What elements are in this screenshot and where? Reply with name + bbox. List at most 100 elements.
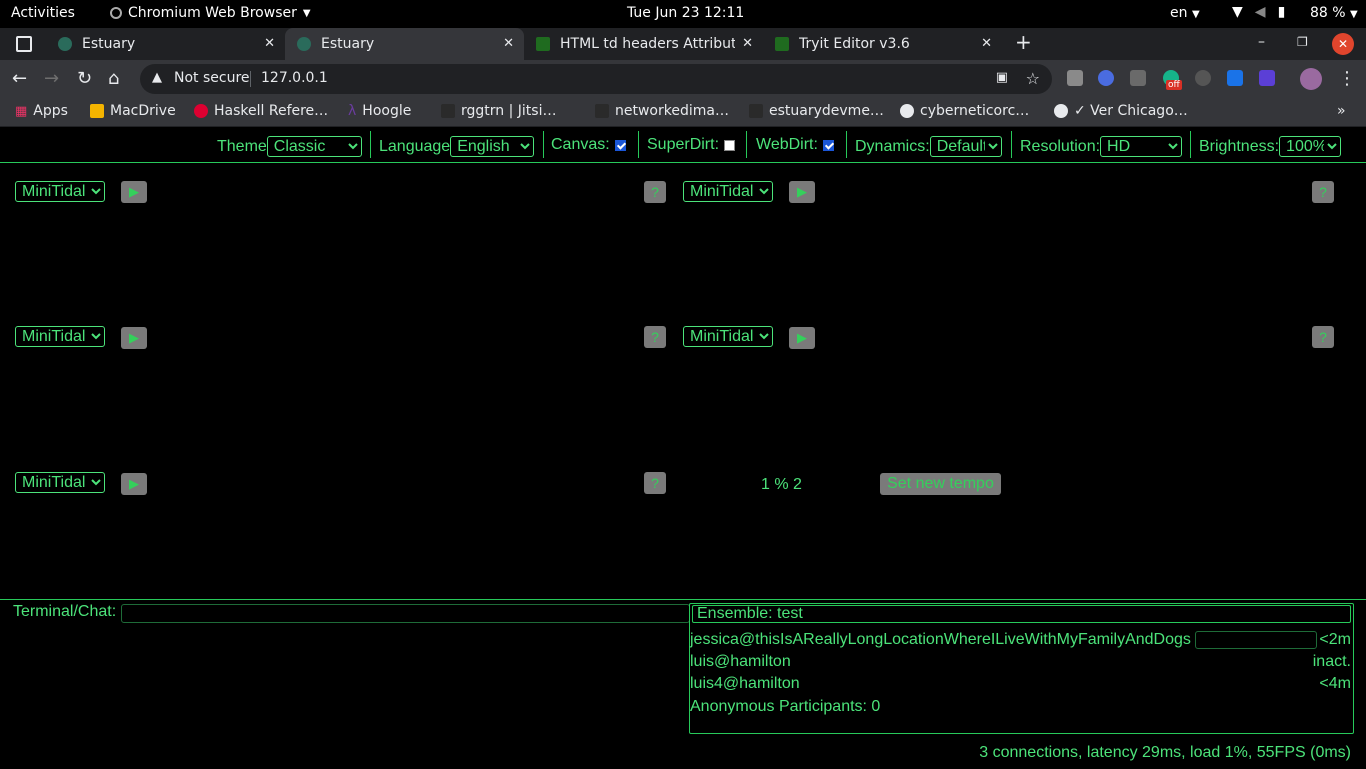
clock[interactable]: Tue Jun 23 12:11 — [627, 5, 744, 21]
menu-kebab-icon[interactable]: ⋮ — [1338, 68, 1356, 89]
dynamics-select[interactable]: Default — [929, 136, 1002, 157]
cell-language-select[interactable]: MiniTidal — [15, 472, 105, 493]
play-icon[interactable]: ▶ — [121, 327, 147, 349]
participant-name: jessica@thisIsAReallyLongLocationWhereIL… — [690, 631, 1191, 648]
extension-icon[interactable] — [1259, 70, 1275, 86]
tab-estuary-1[interactable]: Estuary ✕ — [46, 28, 285, 60]
dynamics-setting: Dynamics: Default — [855, 136, 1002, 157]
close-window-button[interactable]: ✕ — [1332, 33, 1354, 55]
divider — [543, 131, 544, 158]
tab-estuary-2[interactable]: Estuary ✕ — [285, 28, 524, 60]
bookmark-star-icon[interactable]: ☆ — [1026, 69, 1040, 88]
webdirt-checkbox[interactable] — [822, 139, 834, 151]
play-icon[interactable]: ▶ — [789, 327, 815, 349]
cell-language-select[interactable]: MiniTidal — [683, 181, 773, 202]
pocket-icon[interactable] — [1130, 70, 1146, 86]
w3schools-favicon-icon — [536, 37, 550, 51]
tab-tryit-editor[interactable]: Tryit Editor v3.6 ✕ — [763, 28, 1002, 60]
w3schools-favicon-icon — [775, 37, 789, 51]
participant-input[interactable] — [1195, 631, 1317, 649]
participant-row: jessica@thisIsAReallyLongLocationWhereIL… — [690, 631, 1353, 651]
settings-bar: Theme Classic Language English Canvas: S… — [0, 127, 1366, 163]
close-tab-icon[interactable]: ✕ — [981, 36, 992, 51]
divider — [250, 71, 251, 87]
bookmarks-overflow-button[interactable]: » — [1337, 103, 1346, 119]
close-tab-icon[interactable]: ✕ — [503, 36, 514, 51]
bookmark-cyberneticorc[interactable]: cyberneticorc… — [900, 103, 1029, 119]
reload-icon[interactable]: ↻ — [77, 68, 92, 89]
system-tray[interactable]: ▼ ◀ ▮ — [1232, 4, 1285, 20]
set-tempo-button[interactable]: Set new tempo — [880, 473, 1001, 495]
play-icon[interactable]: ▶ — [789, 181, 815, 203]
help-button[interactable]: ? — [1312, 181, 1334, 203]
page-icon — [595, 104, 609, 118]
participant-status: inact. — [1312, 653, 1351, 670]
bookmark-ver-chicago[interactable]: ✓ Ver Chicago… — [1054, 103, 1188, 119]
warning-icon[interactable]: ▲ — [152, 70, 162, 85]
app-menu[interactable]: Chromium Web Browser ▼ — [110, 5, 311, 21]
extension-icon[interactable] — [1067, 70, 1083, 86]
brightness-select[interactable]: 100% — [1279, 136, 1342, 157]
canvas-checkbox[interactable] — [614, 139, 626, 151]
divider — [846, 131, 847, 158]
tab-title: Estuary — [82, 36, 136, 52]
cell-language-select[interactable]: MiniTidal — [683, 326, 773, 347]
close-tab-icon[interactable]: ✕ — [742, 36, 753, 51]
bookmark-estuarydevme[interactable]: estuarydevme… — [749, 103, 884, 119]
extension-icon[interactable] — [1195, 70, 1211, 86]
back-arrow-icon[interactable]: ← — [12, 68, 27, 89]
resolution-select[interactable]: HD — [1100, 136, 1183, 157]
battery-icon: ▮ — [1277, 4, 1286, 20]
superdirt-setting: SuperDirt: — [647, 136, 736, 154]
chevron-down-icon: ▼ — [1191, 9, 1200, 20]
divider — [746, 131, 747, 158]
blocked-popup-icon[interactable]: ▣ — [996, 70, 1008, 85]
bookmark-hoogle[interactable]: λ Hoogle — [348, 103, 411, 119]
close-tab-icon[interactable]: ✕ — [264, 36, 275, 51]
extension-icon[interactable] — [1227, 70, 1243, 86]
play-icon[interactable]: ▶ — [121, 473, 147, 495]
language-indicator[interactable]: en ▼ — [1170, 5, 1200, 21]
forward-arrow-icon[interactable]: → — [44, 68, 59, 89]
bookmark-haskell[interactable]: Haskell Refere… — [194, 103, 328, 119]
language-select[interactable]: English — [450, 136, 535, 157]
help-button[interactable]: ? — [644, 181, 666, 203]
not-secure-label[interactable]: Not secure — [174, 70, 250, 86]
pinned-tab-icon[interactable] — [16, 36, 32, 52]
profile-avatar[interactable] — [1300, 68, 1322, 90]
help-button[interactable]: ? — [644, 326, 666, 348]
cell-language-select[interactable]: MiniTidal — [15, 181, 105, 202]
bookmark-apps[interactable]: ▦ Apps — [15, 103, 68, 119]
theme-select[interactable]: Classic — [266, 136, 362, 157]
address-bar[interactable]: ▲ Not secure 127.0.0.1 ▣ ☆ — [140, 64, 1052, 94]
superdirt-checkbox[interactable] — [724, 139, 736, 151]
webdirt-setting: WebDirt: — [756, 136, 834, 154]
bookmark-macdrive[interactable]: MacDrive — [90, 103, 176, 119]
help-button[interactable]: ? — [644, 472, 666, 494]
bookmark-networkedima[interactable]: networkedima… — [595, 103, 729, 119]
extension-icon[interactable] — [1098, 70, 1114, 86]
participant-status: <4m — [1319, 675, 1351, 692]
tab-html-td-headers[interactable]: HTML td headers Attribut ✕ — [524, 28, 763, 60]
cell-language-select[interactable]: MiniTidal — [15, 326, 105, 347]
chevron-down-icon: ▼ — [1350, 9, 1358, 20]
home-icon[interactable]: ⌂ — [108, 68, 119, 89]
app-name: Chromium Web Browser — [128, 5, 297, 21]
terminal-input[interactable] — [121, 604, 690, 623]
help-button[interactable]: ? — [1312, 326, 1334, 348]
page-icon — [749, 104, 763, 118]
apps-grid-icon: ▦ — [15, 103, 28, 119]
brightness-setting: Brightness: 100% — [1199, 136, 1342, 157]
play-icon[interactable]: ▶ — [121, 181, 147, 203]
url-text[interactable]: 127.0.0.1 — [261, 70, 328, 86]
theme-setting: Theme Classic — [217, 136, 362, 157]
bookmark-jitsi[interactable]: rggtrn | Jitsi… — [441, 103, 556, 119]
os-top-bar: Activities Chromium Web Browser ▼ Tue Ju… — [0, 0, 1366, 28]
divider — [1190, 131, 1191, 158]
new-tab-button[interactable]: + — [1015, 30, 1032, 54]
tab-strip: Estuary ✕ Estuary ✕ HTML td headers Attr… — [0, 28, 1366, 60]
language-setting: Language English — [379, 136, 535, 157]
activities-button[interactable]: Activities — [11, 5, 75, 21]
connection-status: 3 connections, latency 29ms, load 1%, 55… — [979, 744, 1351, 761]
globe-icon — [1054, 104, 1068, 118]
